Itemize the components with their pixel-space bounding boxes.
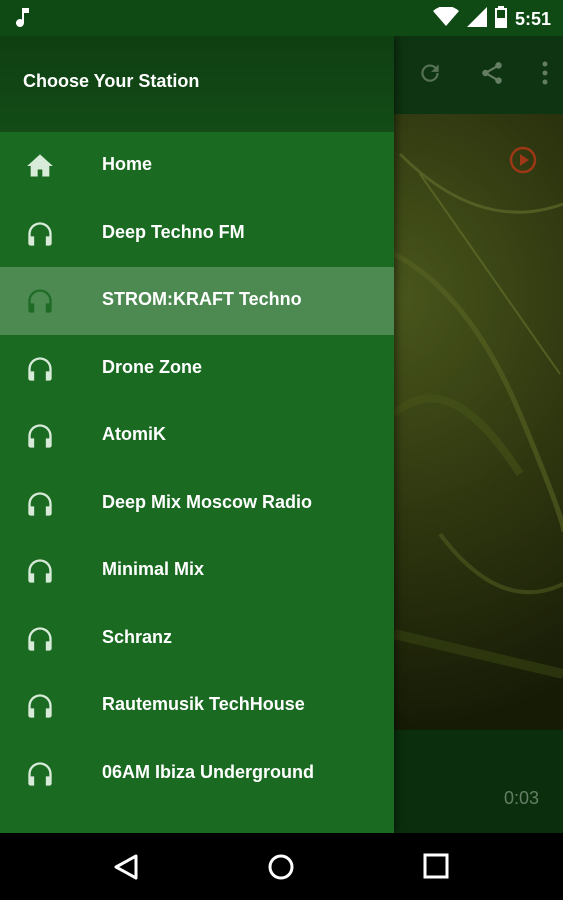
home-icon xyxy=(26,152,54,180)
station-item-schranz[interactable]: Schranz xyxy=(0,605,394,673)
music-note-icon xyxy=(16,6,32,33)
home-circle-icon[interactable] xyxy=(267,853,295,886)
station-item-minimal-mix[interactable]: Minimal Mix xyxy=(0,537,394,605)
drawer-header: Choose Your Station xyxy=(0,36,394,132)
station-item-deep-techno-fm[interactable]: Deep Techno FM xyxy=(0,200,394,268)
station-item-drone-zone[interactable]: Drone Zone xyxy=(0,335,394,403)
headphones-icon xyxy=(26,287,54,315)
navigation-drawer: Choose Your Station Home Deep Techno FM … xyxy=(0,36,394,833)
station-label: Deep Techno FM xyxy=(102,221,245,242)
station-label: AtomiK xyxy=(102,424,166,444)
headphones-icon xyxy=(26,422,54,450)
station-item-strom-kraft-techno[interactable]: STROM:KRAFT Techno xyxy=(0,267,394,335)
station-item-rautemusik-techhouse[interactable]: Rautemusik TechHouse xyxy=(0,672,394,740)
station-label: Deep Mix Moscow Radio xyxy=(102,491,313,512)
back-icon[interactable] xyxy=(112,853,140,886)
headphones-icon xyxy=(26,760,54,788)
station-label: 06AM Ibiza Underground xyxy=(102,761,315,782)
signal-icon xyxy=(466,7,487,32)
headphones-icon xyxy=(26,355,54,383)
station-item-06am-ibiza-underground[interactable]: 06AM Ibiza Underground xyxy=(0,740,394,808)
station-item-home[interactable]: Home xyxy=(0,132,394,200)
headphones-icon xyxy=(26,557,54,585)
headphones-icon xyxy=(26,692,54,720)
station-list: Home Deep Techno FM STROM:KRAFT Techno D… xyxy=(0,132,394,807)
battery-icon xyxy=(494,6,507,33)
clock: 5:51 xyxy=(514,9,551,29)
recents-icon[interactable] xyxy=(423,853,449,884)
station-label: Rautemusik TechHouse xyxy=(102,694,305,714)
station-label: Minimal Mix xyxy=(102,559,205,579)
station-label: Schranz xyxy=(102,626,173,647)
headphones-icon xyxy=(26,490,54,518)
drawer-title: Choose Your Station xyxy=(23,71,200,91)
status-bar: 5:51 xyxy=(0,0,563,36)
station-item-deep-mix-moscow-radio[interactable]: Deep Mix Moscow Radio xyxy=(0,470,394,538)
station-item-atomik[interactable]: AtomiK xyxy=(0,402,394,470)
station-label: STROM:KRAFT Techno xyxy=(102,289,302,309)
station-label: Home xyxy=(102,154,153,174)
headphones-icon xyxy=(26,220,54,248)
wifi-icon xyxy=(432,5,459,32)
station-label: Drone Zone xyxy=(102,356,203,377)
system-nav-bar xyxy=(0,833,563,900)
headphones-icon xyxy=(26,625,54,653)
